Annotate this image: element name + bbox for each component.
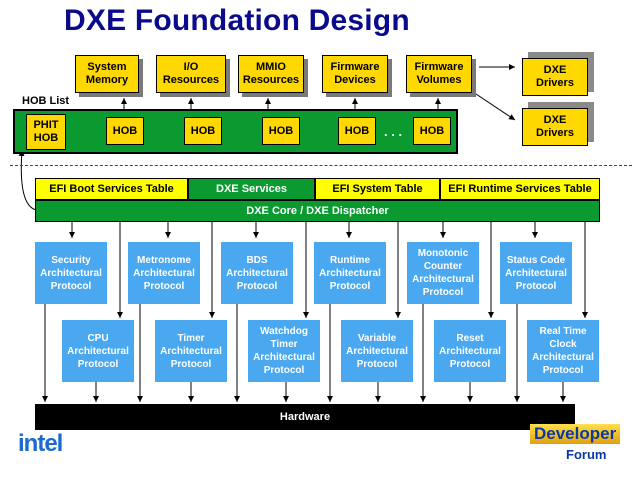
dxe-core-dispatcher: DXE Core / DXE Dispatcher — [35, 200, 600, 222]
efi-system-table: EFI System Table — [315, 178, 440, 200]
protocol-monotonic-counter: Monotonic Counter Architectural Protocol — [407, 242, 479, 304]
idf-logo-developer: Developer — [530, 424, 621, 444]
hardware-bar: Hardware — [35, 404, 575, 430]
page-title: DXE Foundation Design — [64, 4, 410, 37]
hob-list-label: HOB List — [22, 95, 70, 107]
protocol-reset: Reset Architectural Protocol — [434, 320, 506, 382]
resource-io: I/O Resources — [156, 55, 226, 93]
dxe-services-table: DXE Services — [188, 178, 315, 200]
diagram-canvas: DXE Foundation Design System Memory I/O … — [0, 0, 640, 480]
dxe-drivers-box-1: DXE Drivers — [522, 58, 588, 96]
intel-logo: intel — [18, 430, 63, 457]
protocol-status-code: Status Code Architectural Protocol — [500, 242, 572, 304]
idf-logo-forum: Forum — [566, 447, 607, 462]
hob-item-2: HOB — [184, 117, 222, 145]
hob-item-4: HOB — [338, 117, 376, 145]
protocol-security: Security Architectural Protocol — [35, 242, 107, 304]
hob-item-5: HOB — [413, 117, 451, 145]
hob-item-3: HOB — [262, 117, 300, 145]
resource-firmware-volumes: Firmware Volumes — [406, 55, 472, 93]
protocol-watchdog-timer: Watchdog Timer Architectural Protocol — [248, 320, 320, 382]
protocol-metronome: Metronome Architectural Protocol — [128, 242, 200, 304]
protocol-real-time-clock: Real Time Clock Architectural Protocol — [527, 320, 599, 382]
hob-phit: PHIT HOB — [26, 114, 66, 150]
protocol-runtime: Runtime Architectural Protocol — [314, 242, 386, 304]
resource-system-memory: System Memory — [75, 55, 139, 93]
hob-ellipsis: . . . — [384, 124, 403, 139]
resource-firmware-devices: Firmware Devices — [322, 55, 388, 93]
dxe-drivers-box-2: DXE Drivers — [522, 108, 588, 146]
protocol-variable: Variable Architectural Protocol — [341, 320, 413, 382]
protocol-bds: BDS Architectural Protocol — [221, 242, 293, 304]
protocol-timer: Timer Architectural Protocol — [155, 320, 227, 382]
efi-runtime-services-table: EFI Runtime Services Table — [440, 178, 600, 200]
efi-boot-services-table: EFI Boot Services Table — [35, 178, 188, 200]
protocol-cpu: CPU Architectural Protocol — [62, 320, 134, 382]
resource-mmio: MMIO Resources — [238, 55, 304, 93]
dashed-divider — [10, 165, 632, 166]
hob-item-1: HOB — [106, 117, 144, 145]
